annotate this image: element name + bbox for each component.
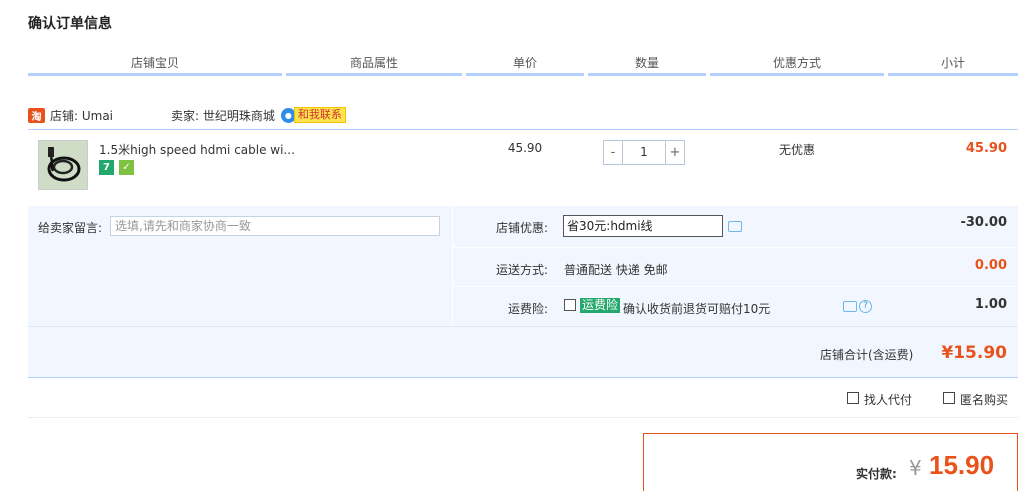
shipping-method-value: 普通配送 快递 免邮 xyxy=(564,263,668,277)
verified-icon[interactable]: ✓ xyxy=(119,160,134,175)
divider xyxy=(452,286,1018,287)
seven-day-return-icon[interactable]: 7 xyxy=(99,160,114,175)
coupon-amount: -30.00 xyxy=(960,215,1007,230)
divider xyxy=(28,326,1018,327)
proxy-pay-label[interactable]: 找人代付 xyxy=(864,391,912,408)
shop-coupon-select[interactable]: 省30元:hdmi线 xyxy=(563,215,723,237)
quantity-decrease-button[interactable]: - xyxy=(603,140,623,165)
taobao-icon: 淘 xyxy=(28,107,45,123)
shop-total-value: ¥15.90 xyxy=(941,343,1007,363)
column-header-subtotal: 小计 xyxy=(888,54,1018,76)
contact-seller-label: 和我联系 xyxy=(293,107,346,123)
product-thumbnail[interactable] xyxy=(38,140,88,190)
insurance-amount: 1.00 xyxy=(974,297,1007,312)
divider xyxy=(28,417,1018,418)
shop-coupon-label: 店铺优惠: xyxy=(495,221,548,235)
help-icon[interactable]: ? xyxy=(859,300,872,313)
comment-icon[interactable] xyxy=(843,301,857,312)
actual-payment-amount: 15.90 xyxy=(929,450,995,480)
shipping-method-label: 运送方式: xyxy=(495,263,548,277)
shipping-insurance-checkbox[interactable] xyxy=(564,299,576,311)
unit-price: 45.90 xyxy=(507,141,543,155)
item-subtotal: 45.90 xyxy=(965,141,1007,156)
promotion-text: 无优惠 xyxy=(778,143,815,157)
divider xyxy=(452,206,453,326)
shop-row: 淘 店铺: Umai 卖家: 世纪明珠商城 ● 和我联系 xyxy=(28,104,1018,126)
shop-total-label: 店铺合计(含运费) xyxy=(820,348,914,362)
seller-message-input[interactable]: 选填,请先和商家协商一致 xyxy=(110,216,440,236)
shipping-amount: 0.00 xyxy=(974,258,1007,273)
seller-message-label: 给卖家留言: xyxy=(38,221,103,235)
column-header-attributes: 商品属性 xyxy=(286,54,462,76)
quantity-increase-button[interactable]: + xyxy=(665,140,685,165)
shipping-insurance-description: 确认收货前退货可赔付10元 xyxy=(623,302,771,316)
shipping-insurance-tag: 运费险 xyxy=(580,298,621,313)
column-header-shop-items: 店铺宝贝 xyxy=(28,54,282,76)
shop-name[interactable]: 店铺: Umai xyxy=(50,107,113,124)
divider xyxy=(28,129,1018,130)
seller-name[interactable]: 卖家: 世纪明珠商城 xyxy=(171,107,275,124)
page-title: 确认订单信息 xyxy=(28,16,112,32)
column-header-discount: 优惠方式 xyxy=(710,54,884,76)
contact-seller-button[interactable]: ● 和我联系 xyxy=(280,107,346,123)
quantity-stepper: - 1 + xyxy=(603,140,685,165)
column-header-unit-price: 单价 xyxy=(466,54,584,76)
anonymous-purchase-checkbox[interactable] xyxy=(943,392,955,404)
currency-symbol: ¥ xyxy=(909,456,922,480)
quantity-input[interactable]: 1 xyxy=(623,140,665,165)
product-title-link[interactable]: 1.5米high speed hdmi cable wi... xyxy=(99,141,295,158)
actual-payment-label: 实付款: xyxy=(856,467,897,481)
comment-icon[interactable] xyxy=(728,221,742,232)
divider xyxy=(452,247,1018,248)
shipping-insurance-label: 运费险: xyxy=(507,302,548,316)
anonymous-purchase-label[interactable]: 匿名购买 xyxy=(960,391,1008,408)
column-header-quantity: 数量 xyxy=(588,54,706,76)
proxy-pay-checkbox[interactable] xyxy=(847,392,859,404)
